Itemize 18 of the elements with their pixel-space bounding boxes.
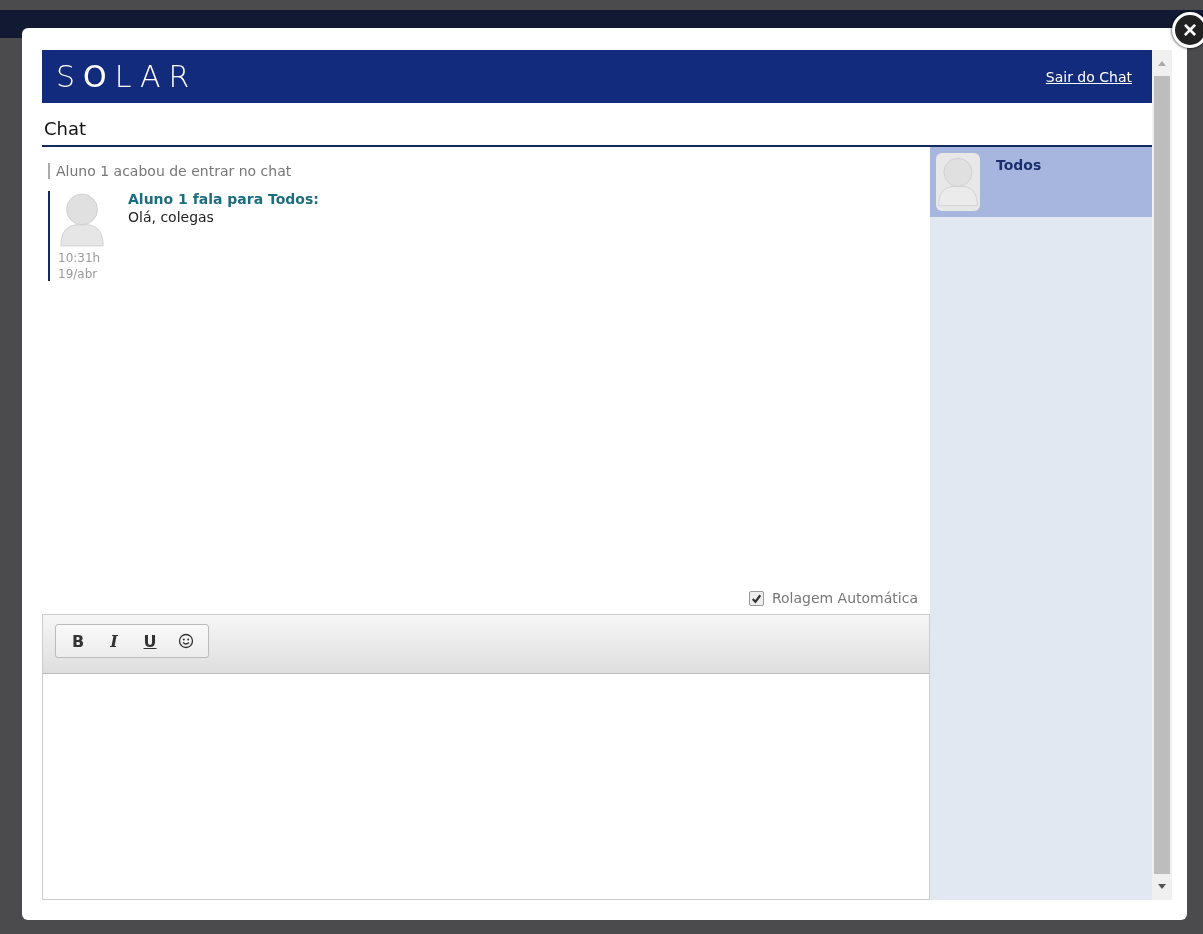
system-message: Aluno 1 acabou de entrar no chat — [48, 163, 924, 179]
italic-button[interactable]: I — [98, 628, 130, 654]
scroll-down-icon[interactable] — [1157, 884, 1167, 890]
message-author: Aluno 1 fala para Todos: — [128, 191, 319, 207]
auto-scroll-label: Rolagem Automática — [771, 590, 918, 606]
close-button[interactable]: × — [1172, 12, 1203, 48]
smiley-icon — [178, 633, 194, 649]
auto-scroll-checkbox[interactable] — [748, 590, 764, 606]
message-time: 10:31h — [58, 251, 102, 265]
user-list-item[interactable]: Todos — [930, 147, 1152, 217]
exit-chat-link[interactable]: Sair do Chat — [1045, 68, 1132, 85]
underline-button[interactable]: U — [134, 628, 166, 654]
scrollbar[interactable] — [1152, 50, 1172, 900]
message-date: 19/abr — [58, 267, 99, 281]
avatar-icon — [58, 191, 106, 249]
bold-button[interactable]: B — [62, 628, 94, 654]
avatar-icon — [936, 153, 980, 211]
message-text: Olá, colegas — [128, 209, 215, 225]
